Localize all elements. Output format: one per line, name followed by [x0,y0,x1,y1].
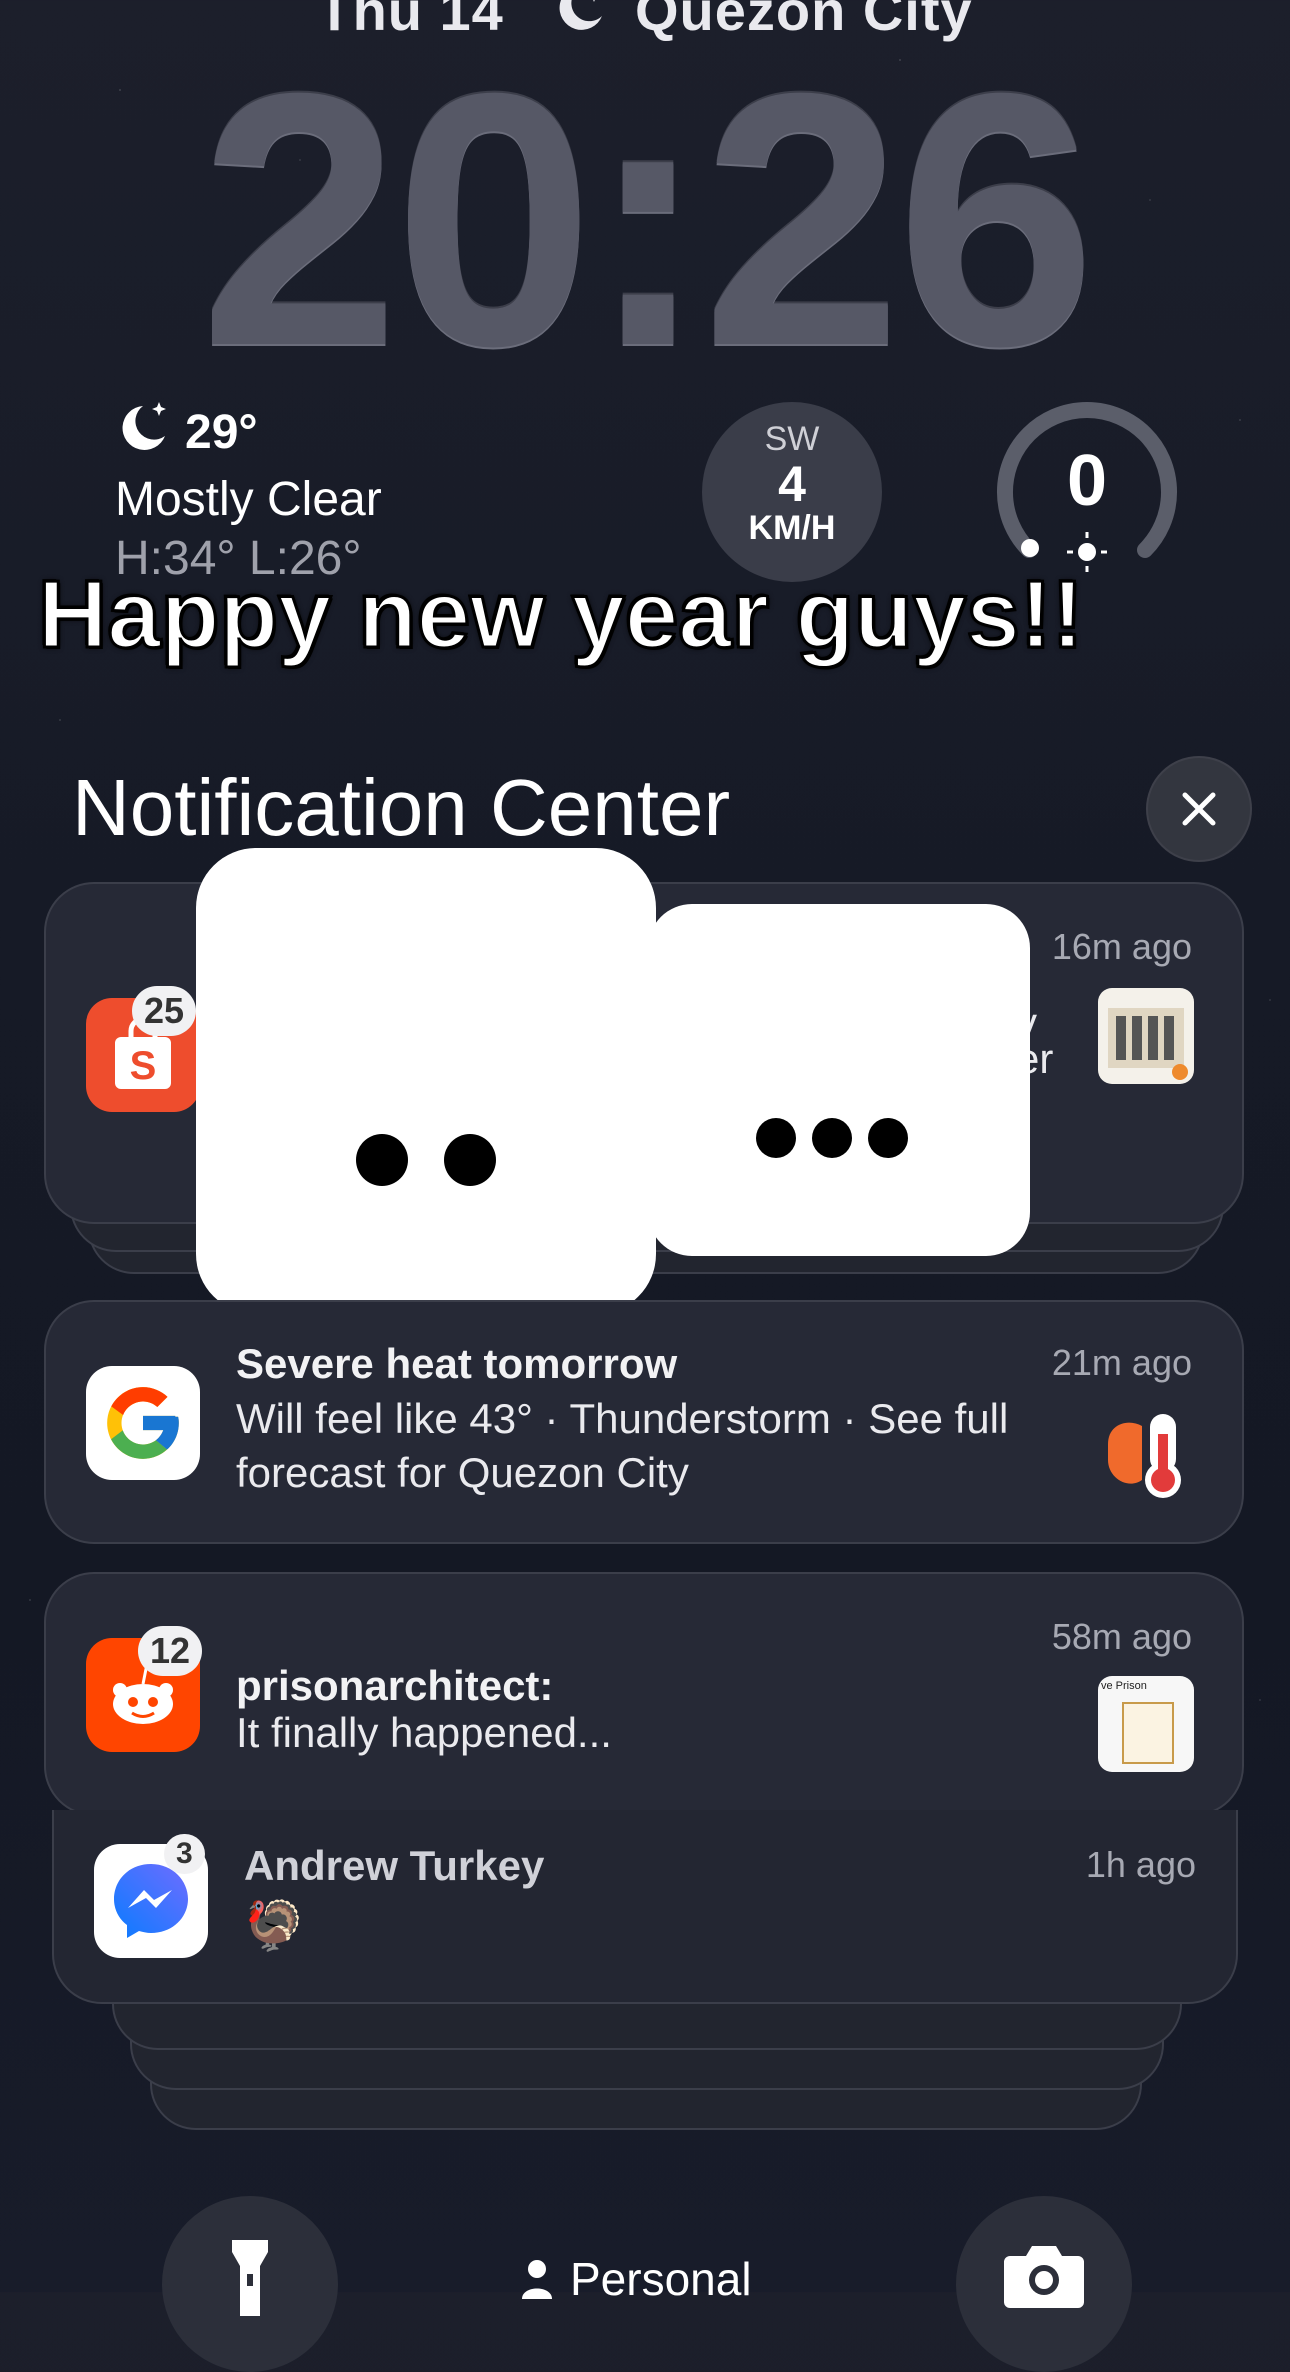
weather-temperature: 29° [185,405,258,459]
sticker-bubble-small [648,904,1030,1256]
camera-button[interactable] [956,2196,1132,2372]
notification-body: It finally happened... [236,1709,612,1756]
notification-card-messenger[interactable]: 3 Andrew Turkey 1h ago 🦃 [52,1810,1238,2004]
wind-direction: SW [764,420,820,458]
camera-icon [1004,2246,1084,2308]
sticker-dot [356,1134,408,1186]
lock-clock[interactable]: 20:26 [0,40,1290,400]
weather-condition: Mostly Clear [115,473,382,526]
notification-center-title: Notification Center [72,763,731,852]
notification-card-google[interactable]: Severe heat tomorrow 21m ago Will feel l… [44,1300,1244,1544]
notification-card-reddit[interactable]: 12 prisonarchitect: 58m ago It finally h… [44,1572,1244,1816]
thermometer-icon [1098,1404,1194,1500]
sticker-bubble-large [196,848,656,1314]
notification-stack-layer [112,1998,1182,2050]
sticker-dot [444,1134,496,1186]
wind-unit: KM/H [748,509,836,547]
wind-widget[interactable]: SW 4 KM/H [702,402,882,582]
sticker-dot [756,1118,796,1158]
notification-title: prisonarchitect: [236,1662,554,1709]
notification-title: Severe heat tomorrow [236,1340,678,1387]
svg-text:S: S [130,1044,157,1088]
badge-count: 12 [138,1626,203,1676]
notification-body: Will feel like 43° · Thunderstorm · See … [236,1395,1009,1496]
focus-mode-indicator[interactable]: Personal [520,2252,752,2306]
gauge-value: 0 [1066,441,1108,521]
thumbnail-caption: ve Prison [1101,1680,1147,1692]
sticker-dot [868,1118,908,1158]
notification-thumbnail [1098,988,1194,1084]
thumbnail-art [1122,1702,1174,1764]
badge-count: 25 [132,986,197,1036]
person-icon [522,2260,552,2299]
gauge-widget[interactable]: 0 [994,400,1180,580]
notification-body: 🦃 [244,1900,304,1953]
notification-thumbnail: ve Prison [1098,1676,1194,1772]
close-button[interactable] [1146,756,1252,862]
close-icon [1182,792,1216,826]
weather-widget[interactable]: 29° Mostly Clear H:34° L:26° [115,398,382,586]
notification-time: 16m ago [1051,926,1192,967]
notification-time: 58m ago [1051,1616,1192,1657]
wind-speed: 4 [778,456,806,512]
sticker-dot [812,1118,852,1158]
google-app-icon [86,1366,200,1480]
video-caption: Happy new year guys!! [37,560,1086,670]
notification-title: Andrew Turkey [244,1842,545,1889]
notification-time: 21m ago [1051,1342,1192,1383]
google-g-icon [107,1387,179,1459]
flashlight-button[interactable] [162,2196,338,2372]
weather-temp-row: 29° [115,398,382,466]
notification-time: 1h ago [1085,1844,1196,1885]
flashlight-icon [232,2240,268,2316]
badge-count: 3 [164,1834,205,1874]
moon-stars-icon [115,398,175,466]
focus-mode-label: Personal [570,2253,752,2305]
